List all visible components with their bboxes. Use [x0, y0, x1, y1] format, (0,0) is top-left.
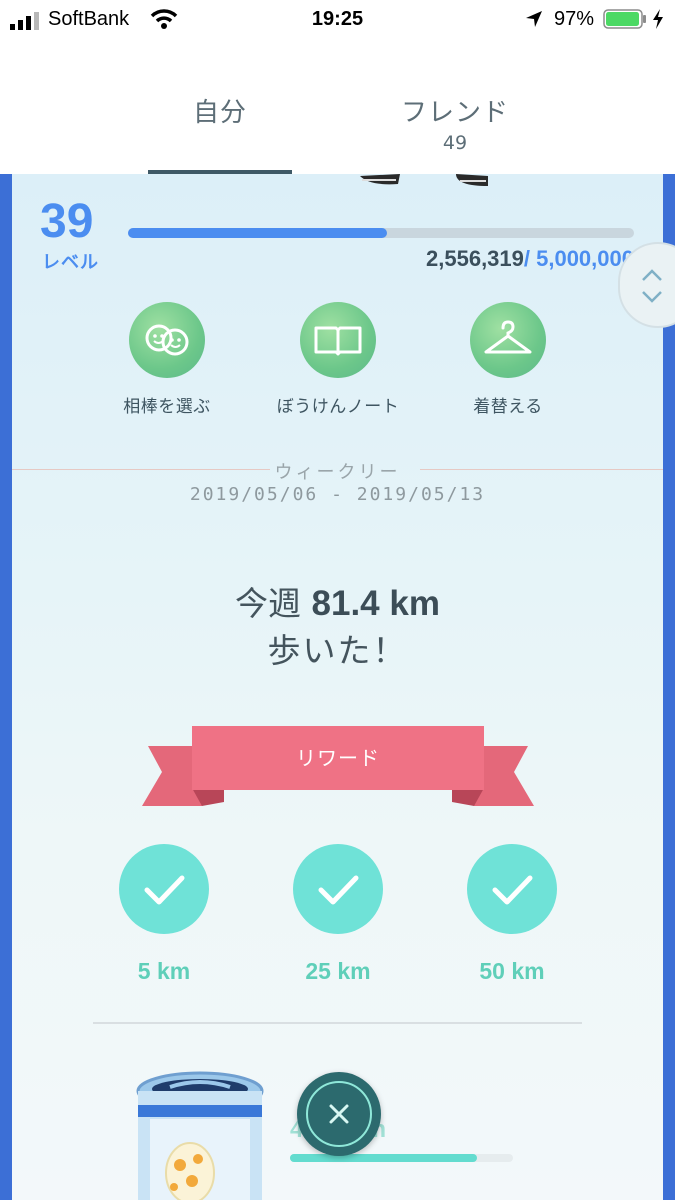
milestone-complete-badge [293, 844, 383, 934]
xp-readout: 2,556,319/ 5,000,000 [426, 246, 634, 272]
check-icon [144, 875, 185, 905]
action-circle [129, 302, 205, 378]
check-icon [492, 875, 533, 905]
egg-incubator-icon [136, 1071, 264, 1200]
weekly-distance-value: 81.4 km [311, 584, 440, 623]
weekly-distance-prefix: 今週 [235, 584, 312, 623]
profile-panel[interactable]: 39 レベル 2,556,319/ 5,000,000 相棒を選ぶ ぼうけんノー… [0, 174, 675, 1200]
weekly-title: ウィークリー [274, 462, 401, 483]
level-label: レベル [42, 252, 99, 273]
xp-progress-fill [128, 228, 387, 238]
close-button[interactable] [297, 1072, 381, 1156]
location-arrow-icon [526, 11, 542, 27]
xp-progress-bar [128, 228, 634, 238]
chevron-up-down-icon [642, 269, 662, 303]
choose-buddy-label: 相棒を選ぶ [123, 397, 211, 417]
choose-buddy-button[interactable]: 相棒を選ぶ [82, 302, 252, 417]
journal-button[interactable]: ぼうけんノート [253, 302, 423, 417]
milestone-complete-badge [467, 844, 557, 934]
check-icon [318, 875, 359, 905]
avatar-shoes [360, 174, 488, 186]
milestone-complete-badge [119, 844, 209, 934]
milestone-label: 5 km [137, 958, 191, 984]
weekly-date-range: 2019/05/06 - 2019/05/13 [189, 484, 486, 505]
profile-tabs: 自分 フレンド 49 [0, 40, 675, 175]
milestone-label: 25 km [305, 958, 371, 984]
action-circle [300, 302, 376, 378]
friend-count: 49 [442, 132, 468, 154]
action-circle [470, 302, 546, 378]
battery-percent: 97% [554, 8, 595, 30]
hanger-icon [484, 320, 532, 354]
xp-max: / 5,000,000 [523, 246, 634, 271]
xp-current: 2,556,319 [426, 246, 524, 271]
journal-icon [314, 326, 362, 356]
close-icon [306, 1081, 372, 1147]
tab-self-label: 自分 [192, 98, 247, 128]
charging-bolt-icon [653, 9, 663, 29]
tab-friends[interactable]: フレンド 49 [370, 40, 540, 174]
milestone-25km: 25 km [288, 844, 388, 985]
status-bar: SoftBank 19:25 97% [0, 0, 675, 40]
weekly-distance: 今週 81.4 km [0, 577, 675, 625]
change-outfit-button[interactable]: 着替える [423, 302, 593, 417]
buddy-icon [145, 324, 189, 356]
trainer-level: 39 [40, 195, 94, 248]
panel-border-right [663, 174, 675, 1200]
change-outfit-label: 着替える [473, 397, 543, 417]
journal-label: ぼうけんノート [276, 397, 400, 417]
panel-border-left [0, 174, 12, 1200]
milestone-5km: 5 km [114, 844, 214, 985]
section-divider [93, 1022, 582, 1024]
tab-friends-label: フレンド [400, 98, 509, 128]
milestone-label: 50 km [479, 958, 545, 984]
weekly-distance-suffix: 歩いた！ [267, 631, 408, 670]
reward-label: リワード [296, 746, 380, 770]
battery-icon [603, 9, 646, 29]
tab-self[interactable]: 自分 [148, 40, 292, 174]
milestone-50km: 50 km [462, 844, 562, 985]
